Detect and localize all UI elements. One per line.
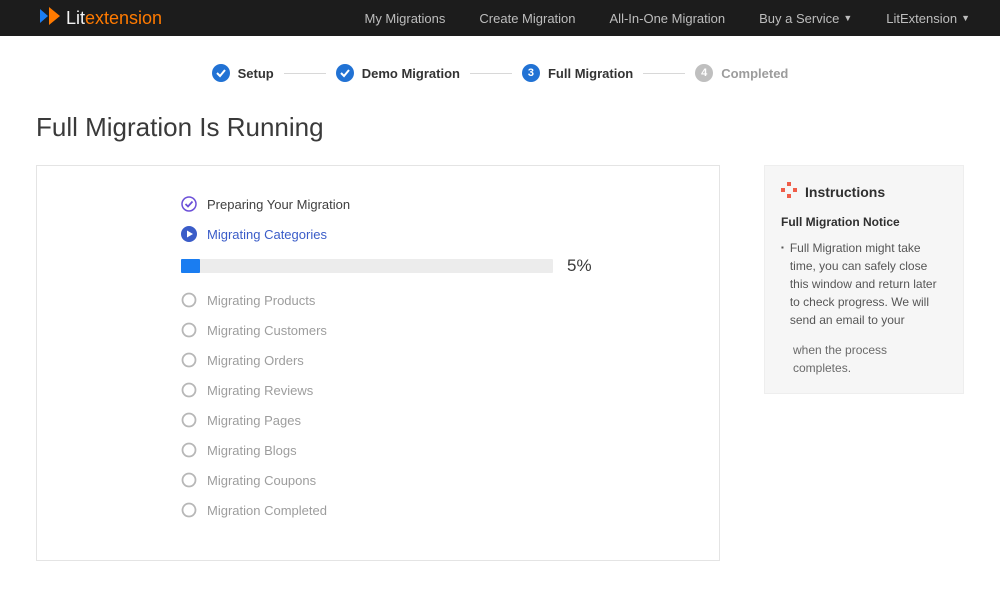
logo-text-ext: extension <box>85 8 162 29</box>
step-label: Setup <box>238 66 274 81</box>
step-label: Full Migration <box>548 66 633 81</box>
task-label: Migrating Customers <box>207 323 327 338</box>
step-label: Demo Migration <box>362 66 460 81</box>
circle-icon <box>181 382 197 398</box>
progress-stepper: Setup Demo Migration 3 Full Migration 4 Compl… <box>0 36 1000 112</box>
task-row: Preparing Your Migration <box>181 196 695 212</box>
task-label: Preparing Your Migration <box>207 197 350 212</box>
task-row: Migrating Blogs <box>181 442 695 458</box>
step-0: Setup <box>212 64 274 82</box>
migration-panel: Preparing Your Migration Migrating Catego… <box>36 165 720 561</box>
circle-icon <box>181 352 197 368</box>
task-label: Migrating Coupons <box>207 473 316 488</box>
logo-text-lit: Lit <box>66 8 85 29</box>
task-label: Migration Completed <box>207 503 327 518</box>
step-number: 4 <box>695 64 713 82</box>
progress-bar <box>181 259 553 273</box>
task-label: Migrating Reviews <box>207 383 313 398</box>
task-row: Migrating Customers <box>181 322 695 338</box>
nav-item-2[interactable]: All-In-One Migration <box>610 11 726 26</box>
progress-row: 5% <box>181 256 695 276</box>
step-connector <box>284 73 326 74</box>
instructions-icon <box>781 182 797 201</box>
task-label: Migrating Blogs <box>207 443 297 458</box>
circle-icon <box>181 472 197 488</box>
task-label: Migrating Orders <box>207 353 304 368</box>
task-row: Migrating Coupons <box>181 472 695 488</box>
check-icon <box>212 64 230 82</box>
step-1: Demo Migration <box>336 64 460 82</box>
task-label: Migrating Pages <box>207 413 301 428</box>
nav-item-3[interactable]: Buy a Service▼ <box>759 11 852 26</box>
caret-down-icon: ▼ <box>843 13 852 23</box>
caret-down-icon: ▼ <box>961 13 970 23</box>
step-2: 3 Full Migration <box>522 64 633 82</box>
top-header: Litextension My Migrations Create Migrati… <box>0 0 1000 36</box>
task-label: Migrating Categories <box>207 227 327 242</box>
circle-icon <box>181 442 197 458</box>
circle-icon <box>181 502 197 518</box>
instructions-panel: Instructions Full Migration Notice Full … <box>764 165 964 394</box>
logo[interactable]: Litextension <box>40 7 162 30</box>
nav-item-4[interactable]: LitExtension▼ <box>886 11 970 26</box>
page-title: Full Migration Is Running <box>36 112 964 143</box>
instructions-subtitle: Full Migration Notice <box>781 215 947 229</box>
task-row: Migrating Reviews <box>181 382 695 398</box>
step-label: Completed <box>721 66 788 81</box>
nav-item-1[interactable]: Create Migration <box>479 11 575 26</box>
play-circle-icon <box>181 226 197 242</box>
circle-icon <box>181 412 197 428</box>
task-row: Migrating Products <box>181 292 695 308</box>
circle-icon <box>181 292 197 308</box>
instructions-footer: when the process completes. <box>781 341 947 377</box>
check-icon <box>336 64 354 82</box>
task-row: Migrating Orders <box>181 352 695 368</box>
main-nav: My Migrations Create Migration All-In-One … <box>364 11 970 26</box>
circle-icon <box>181 322 197 338</box>
step-connector <box>643 73 685 74</box>
nav-item-0[interactable]: My Migrations <box>364 11 445 26</box>
logo-icon <box>40 7 60 30</box>
task-label: Migrating Products <box>207 293 315 308</box>
progress-fill <box>181 259 200 273</box>
task-row: Migrating Pages <box>181 412 695 428</box>
step-3: 4 Completed <box>695 64 788 82</box>
progress-text: 5% <box>567 256 592 276</box>
check-circle-icon <box>181 196 197 212</box>
task-row: Migration Completed <box>181 502 695 518</box>
step-number: 3 <box>522 64 540 82</box>
task-row: Migrating Categories <box>181 226 695 242</box>
instructions-bullet: Full Migration might take time, you can … <box>781 239 947 329</box>
instructions-title: Instructions <box>805 184 885 200</box>
step-connector <box>470 73 512 74</box>
